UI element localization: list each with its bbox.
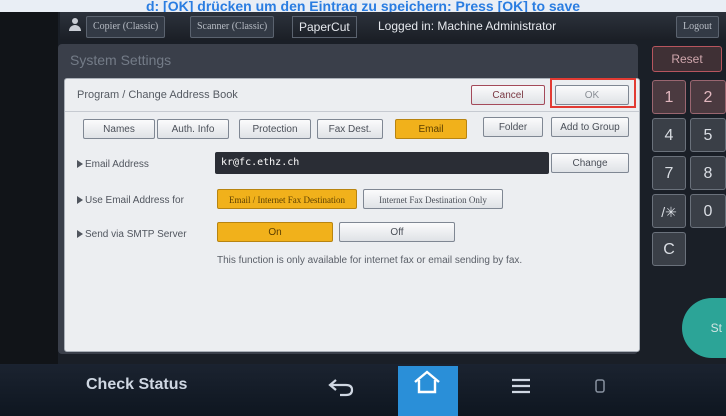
tab-fax-dest[interactable]: Fax Dest. [317,119,383,139]
internet-fax-only-option[interactable]: Internet Fax Destination Only [363,189,503,209]
back-icon[interactable] [326,374,356,398]
instruction-caption: d: [OK] drücken um den Eintrag zu speich… [0,0,726,12]
key-0[interactable]: 0 [690,194,726,228]
address-book-panel: Program / Change Address Book Cancel OK … [64,78,640,352]
top-bar: Copier (Classic) Scanner (Classic) Paper… [60,12,726,40]
email-address-field[interactable]: kr@fc.ethz.ch [215,152,549,174]
menu-icon[interactable] [506,374,536,398]
copier-classic-button[interactable]: Copier (Classic) [86,16,166,38]
panel-title: Program / Change Address Book [77,89,238,101]
home-icon [414,370,440,394]
tab-names[interactable]: Names [83,119,155,139]
email-address-label: Email Address [77,159,149,170]
change-button[interactable]: Change [551,153,629,173]
tab-protection[interactable]: Protection [239,119,311,139]
key-7[interactable]: 7 [652,156,686,190]
email-internet-fax-option[interactable]: Email / Internet Fax Destination [217,189,357,209]
device-bezel [0,12,58,364]
papercut-button[interactable]: PaperCut [292,16,357,38]
tab-auth-info[interactable]: Auth. Info [157,119,229,139]
user-icon [68,18,82,32]
login-status: Logged in: Machine Administrator [378,19,557,33]
smtp-off-button[interactable]: Off [339,222,455,242]
tab-folder[interactable]: Folder [483,117,543,137]
status-icon [595,379,605,393]
smtp-on-button[interactable]: On [217,222,333,242]
start-button[interactable]: St [682,298,726,358]
ok-highlight-box [550,78,636,108]
scanner-classic-button[interactable]: Scanner (Classic) [190,16,275,38]
info-note: This function is only available for inte… [217,255,523,266]
key-5[interactable]: 5 [690,118,726,152]
key-4[interactable]: 4 [652,118,686,152]
screen-title: System Settings [70,52,172,68]
key-clear-entry[interactable]: /✳ [652,194,686,228]
key-clear[interactable]: C [652,232,686,266]
logout-button[interactable]: Logout [676,16,719,38]
tab-email[interactable]: Email [395,119,467,139]
reset-button[interactable]: Reset [652,46,722,72]
key-1[interactable]: 1 [652,80,686,114]
arrow-right-icon [77,196,83,204]
smtp-label: Send via SMTP Server [77,229,187,240]
cancel-button[interactable]: Cancel [471,85,545,105]
check-status-button[interactable]: Check Status [86,376,187,394]
arrow-right-icon [77,230,83,238]
use-email-for-label: Use Email Address for [77,195,184,206]
arrow-right-icon [77,160,83,168]
key-2[interactable]: 2 [690,80,726,114]
key-8[interactable]: 8 [690,156,726,190]
tab-add-to-group[interactable]: Add to Group [551,117,629,137]
